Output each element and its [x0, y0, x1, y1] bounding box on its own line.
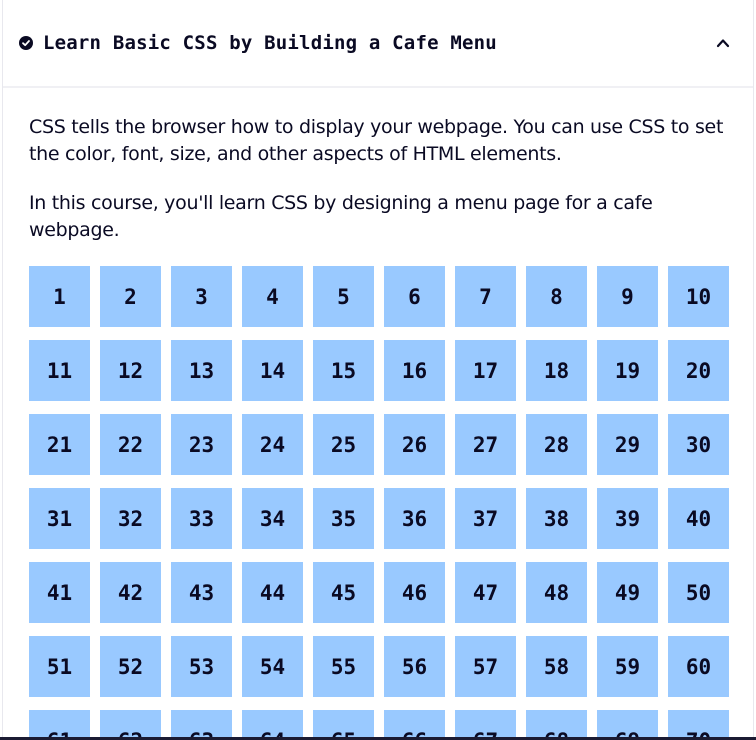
step-button[interactable]: 46: [384, 562, 445, 623]
step-button[interactable]: 44: [242, 562, 303, 623]
step-button[interactable]: 24: [242, 414, 303, 475]
step-button[interactable]: 27: [455, 414, 516, 475]
step-button[interactable]: 70: [668, 710, 729, 740]
check-circle-icon: [19, 36, 33, 50]
step-button[interactable]: 59: [597, 636, 658, 697]
step-button[interactable]: 64: [242, 710, 303, 740]
step-button[interactable]: 14: [242, 340, 303, 401]
step-button[interactable]: 4: [242, 266, 303, 327]
step-button[interactable]: 45: [313, 562, 374, 623]
step-button[interactable]: 37: [455, 488, 516, 549]
step-button[interactable]: 61: [29, 710, 90, 740]
step-button[interactable]: 41: [29, 562, 90, 623]
block-title[interactable]: Learn Basic CSS by Building a Cafe Menu: [43, 32, 709, 54]
step-button[interactable]: 5: [313, 266, 374, 327]
step-button[interactable]: 56: [384, 636, 445, 697]
step-button[interactable]: 51: [29, 636, 90, 697]
step-button[interactable]: 43: [171, 562, 232, 623]
step-button[interactable]: 23: [171, 414, 232, 475]
step-button[interactable]: 30: [668, 414, 729, 475]
step-button[interactable]: 9: [597, 266, 658, 327]
step-button[interactable]: 42: [100, 562, 161, 623]
step-button[interactable]: 10: [668, 266, 729, 327]
step-button[interactable]: 68: [526, 710, 587, 740]
step-button[interactable]: 52: [100, 636, 161, 697]
step-grid: 1 2 3 4 5 6 7 8 9 10 11 12 13 14 15 16 17 18 19 20 21 22 23 24 2…: [29, 266, 753, 740]
chevron-up-icon: [716, 39, 730, 48]
step-button[interactable]: 11: [29, 340, 90, 401]
step-button[interactable]: 26: [384, 414, 445, 475]
step-button[interactable]: 62: [100, 710, 161, 740]
intro-paragraph: In this course, you'll learn CSS by desi…: [29, 192, 653, 241]
step-button[interactable]: 50: [668, 562, 729, 623]
step-button[interactable]: 1: [29, 266, 90, 327]
step-button[interactable]: 31: [29, 488, 90, 549]
step-button[interactable]: 67: [455, 710, 516, 740]
step-button[interactable]: 57: [455, 636, 516, 697]
step-button[interactable]: 8: [526, 266, 587, 327]
step-button[interactable]: 6: [384, 266, 445, 327]
step-button[interactable]: 7: [455, 266, 516, 327]
step-button[interactable]: 54: [242, 636, 303, 697]
step-button[interactable]: 3: [171, 266, 232, 327]
step-button[interactable]: 13: [171, 340, 232, 401]
step-button[interactable]: 20: [668, 340, 729, 401]
step-button[interactable]: 16: [384, 340, 445, 401]
step-button[interactable]: 53: [171, 636, 232, 697]
step-button[interactable]: 2: [100, 266, 161, 327]
step-button[interactable]: 40: [668, 488, 729, 549]
step-button[interactable]: 49: [597, 562, 658, 623]
intro-paragraph: CSS tells the browser how to display you…: [29, 116, 724, 165]
step-button[interactable]: 29: [597, 414, 658, 475]
step-button[interactable]: 17: [455, 340, 516, 401]
step-button[interactable]: 18: [526, 340, 587, 401]
step-button[interactable]: 48: [526, 562, 587, 623]
block-header[interactable]: Learn Basic CSS by Building a Cafe Menu: [3, 0, 753, 88]
block-content: CSS tells the browser how to display you…: [3, 88, 753, 740]
step-button[interactable]: 66: [384, 710, 445, 740]
step-button[interactable]: 58: [526, 636, 587, 697]
step-button[interactable]: 15: [313, 340, 374, 401]
step-button[interactable]: 36: [384, 488, 445, 549]
step-button[interactable]: 63: [171, 710, 232, 740]
collapse-toggle-button[interactable]: [709, 29, 737, 57]
step-button[interactable]: 39: [597, 488, 658, 549]
step-button[interactable]: 69: [597, 710, 658, 740]
step-button[interactable]: 65: [313, 710, 374, 740]
step-button[interactable]: 34: [242, 488, 303, 549]
step-button[interactable]: 19: [597, 340, 658, 401]
step-button[interactable]: 22: [100, 414, 161, 475]
step-button[interactable]: 28: [526, 414, 587, 475]
step-button[interactable]: 33: [171, 488, 232, 549]
step-button[interactable]: 55: [313, 636, 374, 697]
step-button[interactable]: 35: [313, 488, 374, 549]
step-button[interactable]: 60: [668, 636, 729, 697]
step-button[interactable]: 25: [313, 414, 374, 475]
step-button[interactable]: 38: [526, 488, 587, 549]
step-button[interactable]: 47: [455, 562, 516, 623]
course-block: Learn Basic CSS by Building a Cafe Menu …: [2, 0, 754, 740]
step-button[interactable]: 21: [29, 414, 90, 475]
step-button[interactable]: 12: [100, 340, 161, 401]
step-button[interactable]: 32: [100, 488, 161, 549]
